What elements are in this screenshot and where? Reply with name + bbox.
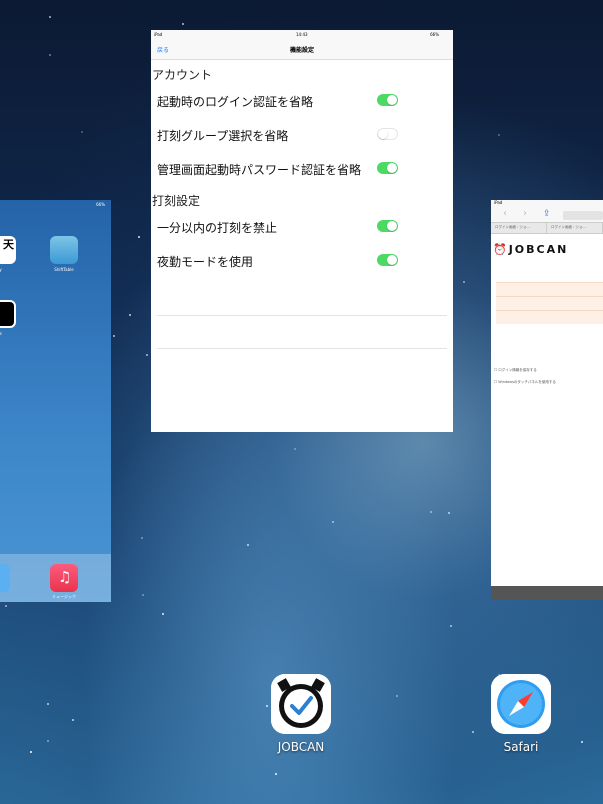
setting-label: 一分以内の打刻を禁止 [157, 221, 278, 235]
toggle-switch[interactable] [377, 162, 398, 174]
jobcan-logo: ⏰JOBCAN [493, 243, 569, 256]
toggle-switch[interactable] [377, 220, 398, 232]
toggle-switch[interactable] [377, 254, 398, 266]
forward-chevron-icon[interactable]: › [523, 208, 527, 219]
safari-app-icon[interactable] [491, 674, 551, 734]
jobcan-settings-card[interactable]: iPad 14:43 66% 戻る 機能設定 アカウント 起動時のログイン認証を… [151, 30, 453, 432]
divider [157, 315, 447, 316]
setting-row: 打刻グループ選択を省略 [151, 118, 453, 152]
browser-tab[interactable]: ログイン画面 : ジョ... [547, 223, 603, 233]
section-header-punch: 打刻設定 [152, 194, 201, 208]
battery-status: 66% [96, 202, 105, 207]
star [146, 354, 148, 356]
section-header-account: アカウント [152, 68, 213, 82]
login-field[interactable] [496, 282, 603, 296]
share-icon[interactable]: ⇪ [543, 209, 551, 219]
star [141, 537, 143, 539]
star [142, 594, 144, 596]
star [463, 281, 465, 283]
star [81, 131, 83, 133]
clock: 14:43 [296, 32, 308, 37]
battery-status: 66% [430, 32, 439, 37]
toggle-switch[interactable] [377, 94, 398, 106]
star [396, 695, 398, 697]
safari-bottom-bar [491, 586, 603, 600]
address-bar[interactable] [563, 211, 603, 220]
app-icon[interactable]: 天 [0, 236, 16, 264]
compass-icon [491, 674, 551, 734]
star [113, 335, 115, 337]
star [162, 613, 164, 615]
setting-label: 起動時のログイン認証を省略 [157, 95, 314, 109]
app-icon[interactable] [0, 564, 10, 592]
setting-row: 一分以内の打刻を禁止 [151, 210, 453, 244]
setting-row: 管理画面起動時パスワード認証を省略 [151, 152, 453, 186]
star [266, 705, 268, 707]
page-title: 機能設定 [289, 47, 314, 54]
setting-row: 起動時のログイン認証を省略 [151, 84, 453, 118]
star [472, 731, 474, 733]
home-screen-card[interactable]: 66% 天 ly ShiftTable ts ♫ ミュージック [0, 200, 111, 602]
toggle-switch[interactable] [377, 128, 398, 140]
music-app-icon[interactable]: ♫ [50, 564, 78, 592]
back-chevron-icon[interactable]: ‹ [503, 208, 507, 219]
browser-tab[interactable]: ログイン画面 : ジョ... [491, 223, 547, 233]
setting-row: 夜勤モードを使用 [151, 244, 453, 278]
star [47, 740, 49, 742]
setting-label: 管理画面起動時パスワード認証を省略 [157, 163, 362, 177]
app-label: ミュージック [52, 594, 76, 599]
touch-panel-checkbox[interactable]: ☐ Windowsのタッチパネルを使用する [494, 380, 556, 385]
shifttable-app-icon[interactable] [50, 236, 78, 264]
star [448, 512, 450, 514]
setting-label: 打刻グループ選択を省略 [157, 129, 289, 143]
star [49, 54, 51, 56]
safari-card[interactable]: iPad ‹ › ⇪ ログイン画面 : ジョ... ログイン画面 : ジョ...… [491, 200, 603, 600]
star [182, 23, 184, 25]
star [49, 16, 51, 18]
star [430, 511, 432, 513]
alarm-app-icon[interactable] [0, 300, 16, 328]
star [498, 134, 500, 136]
device-label: iPad [154, 32, 163, 37]
tab-bar: ログイン画面 : ジョ... ログイン画面 : ジョ... [491, 222, 603, 234]
star [47, 703, 49, 705]
star [247, 544, 249, 546]
star [275, 773, 277, 775]
star [450, 625, 452, 627]
setting-label: 夜勤モードを使用 [157, 255, 254, 269]
status-bar: iPad 14:43 66% [151, 30, 453, 39]
music-note-icon: ♫ [58, 568, 72, 586]
login-field[interactable] [496, 310, 603, 324]
app-label: ts [0, 331, 2, 336]
status-bar: iPad [491, 200, 603, 207]
star [129, 314, 131, 316]
app-label: Safari [503, 740, 539, 754]
star [294, 448, 296, 450]
divider [157, 348, 447, 349]
alarm-clock-icon [271, 674, 331, 734]
safari-toolbar: ‹ › ⇪ [491, 207, 603, 222]
star [72, 719, 74, 721]
star [30, 751, 32, 753]
star [138, 236, 140, 238]
star [581, 741, 583, 743]
login-field[interactable] [496, 296, 603, 310]
app-label: ShiftTable [54, 267, 74, 272]
app-label: ly [0, 267, 20, 272]
star [332, 521, 334, 523]
app-label: JOBCAN [277, 740, 325, 754]
dock: ♫ ミュージック [0, 554, 111, 602]
star [5, 605, 7, 607]
remember-login-checkbox[interactable]: ☐ ログイン情報を保存する [494, 368, 537, 373]
jobcan-app-icon[interactable] [271, 674, 331, 734]
navigation-bar: 戻る 機能設定 [151, 39, 453, 60]
